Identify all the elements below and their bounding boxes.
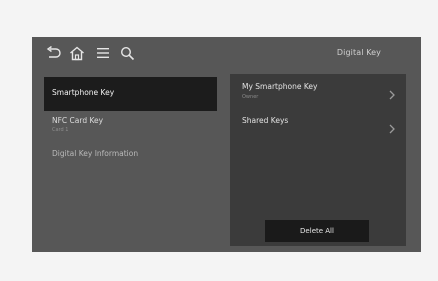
menu-item-sublabel: Card 1 xyxy=(52,127,69,133)
row-label: Shared Keys xyxy=(242,116,289,125)
menu-item-nfc-card-key[interactable]: NFC Card Key Card 1 xyxy=(44,111,217,145)
row-shared-keys[interactable]: Shared Keys xyxy=(230,110,406,138)
menu-item-digital-key-information[interactable]: Digital Key Information xyxy=(44,145,217,179)
menu-item-smartphone-key[interactable]: Smartphone Key xyxy=(44,77,217,111)
home-icon[interactable] xyxy=(68,44,86,62)
left-menu: Smartphone Key NFC Card Key Card 1 Digit… xyxy=(44,77,217,179)
back-icon[interactable] xyxy=(44,44,62,62)
menu-item-label: NFC Card Key xyxy=(52,116,104,125)
screen: Digital Key Smartphone Key NFC Card Key … xyxy=(32,37,421,252)
row-sublabel: Owner xyxy=(242,94,259,100)
page-title: Digital Key xyxy=(336,48,381,57)
search-icon[interactable] xyxy=(118,44,136,62)
row-label: My Smartphone Key xyxy=(242,82,318,91)
menu-icon[interactable] xyxy=(94,44,112,62)
right-panel: My Smartphone Key Owner Shared Keys Dele… xyxy=(230,74,406,246)
row-my-smartphone-key[interactable]: My Smartphone Key Owner xyxy=(230,76,406,104)
menu-item-label: Digital Key Information xyxy=(52,149,139,158)
chevron-right-icon xyxy=(388,85,396,100)
menu-item-label: Smartphone Key xyxy=(52,88,115,97)
delete-all-button[interactable]: Delete All xyxy=(265,220,369,242)
top-bar: Digital Key xyxy=(32,37,421,71)
chevron-right-icon xyxy=(388,119,396,134)
